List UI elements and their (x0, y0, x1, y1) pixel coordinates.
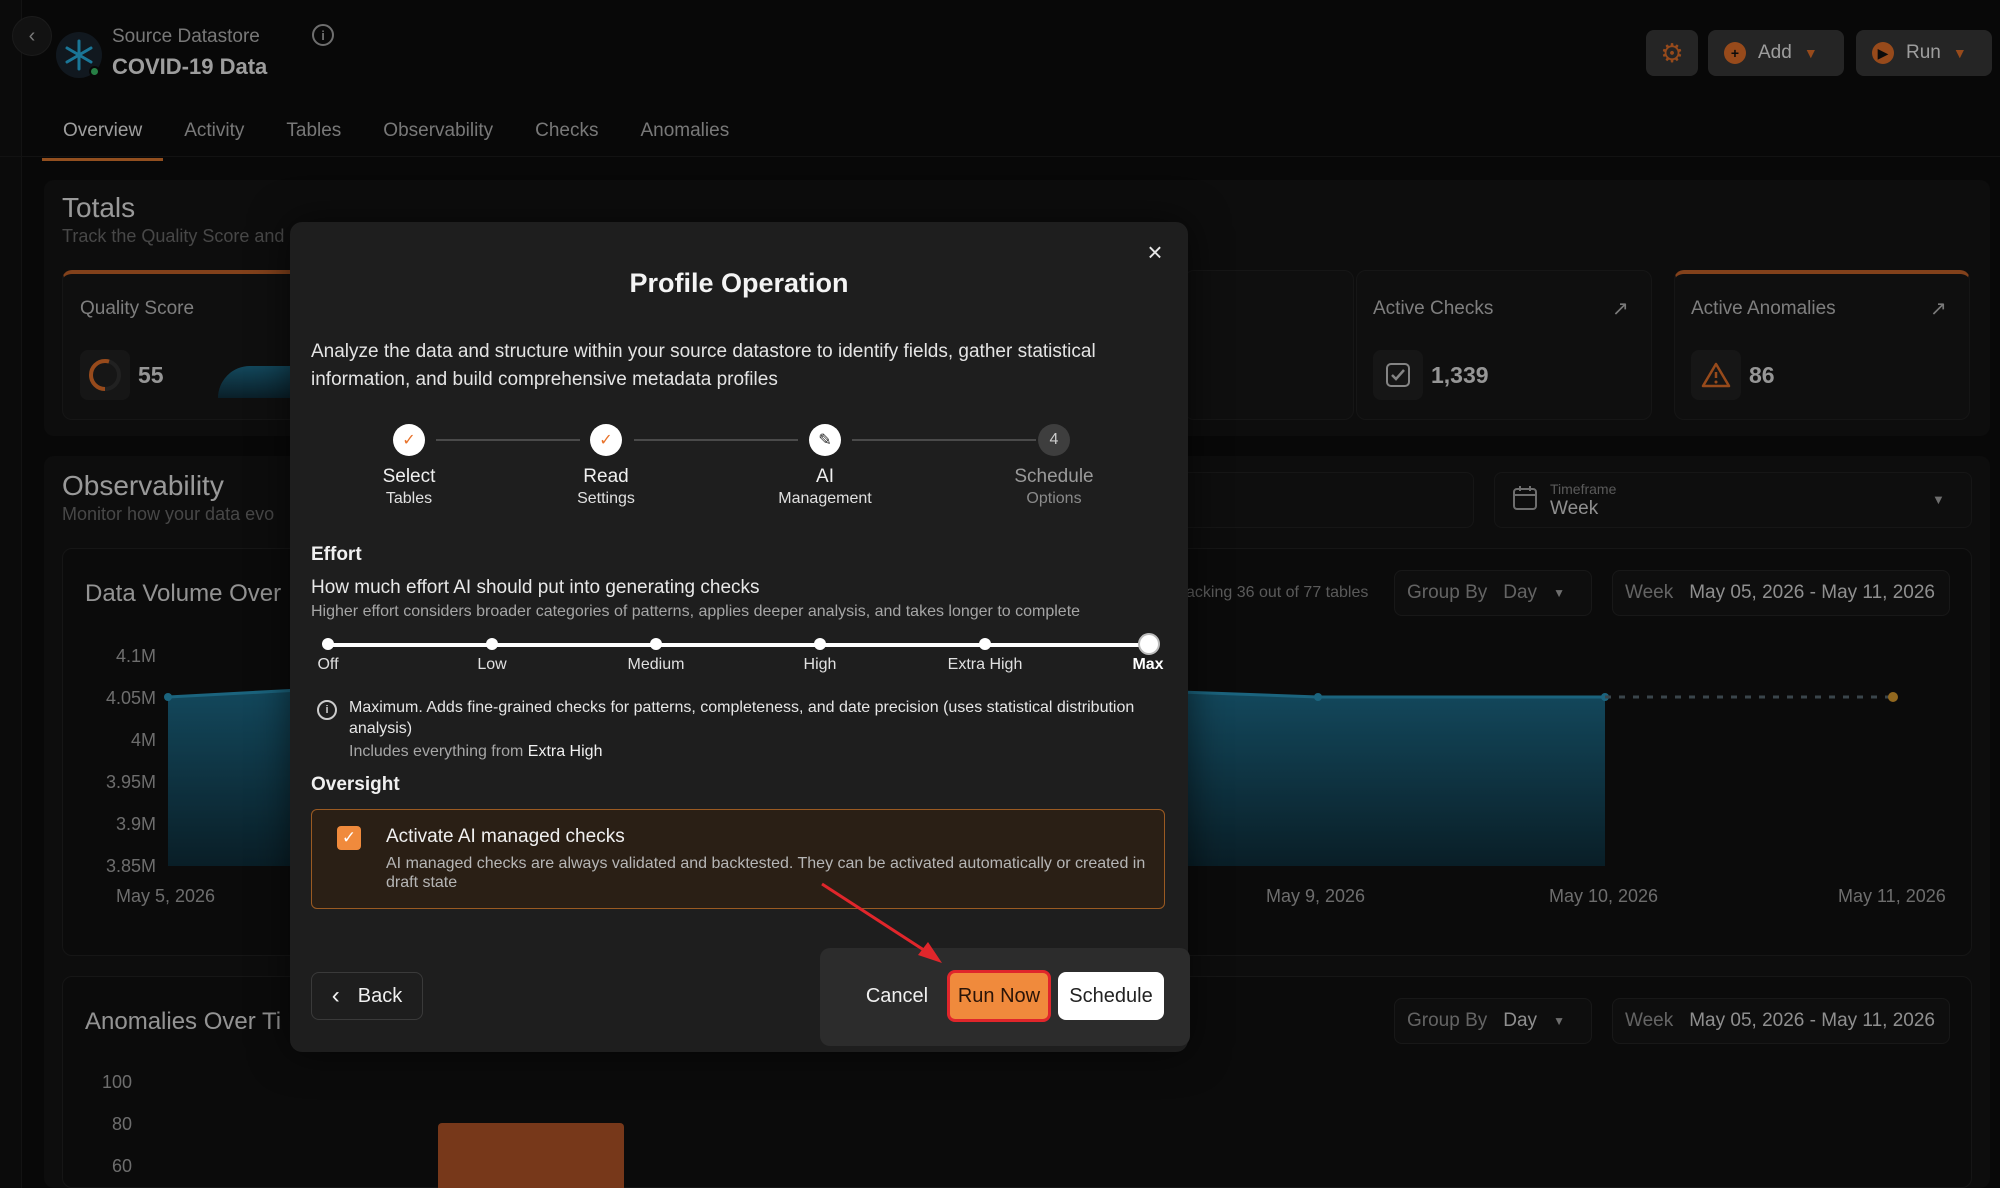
annotation-arrow (821, 882, 942, 963)
